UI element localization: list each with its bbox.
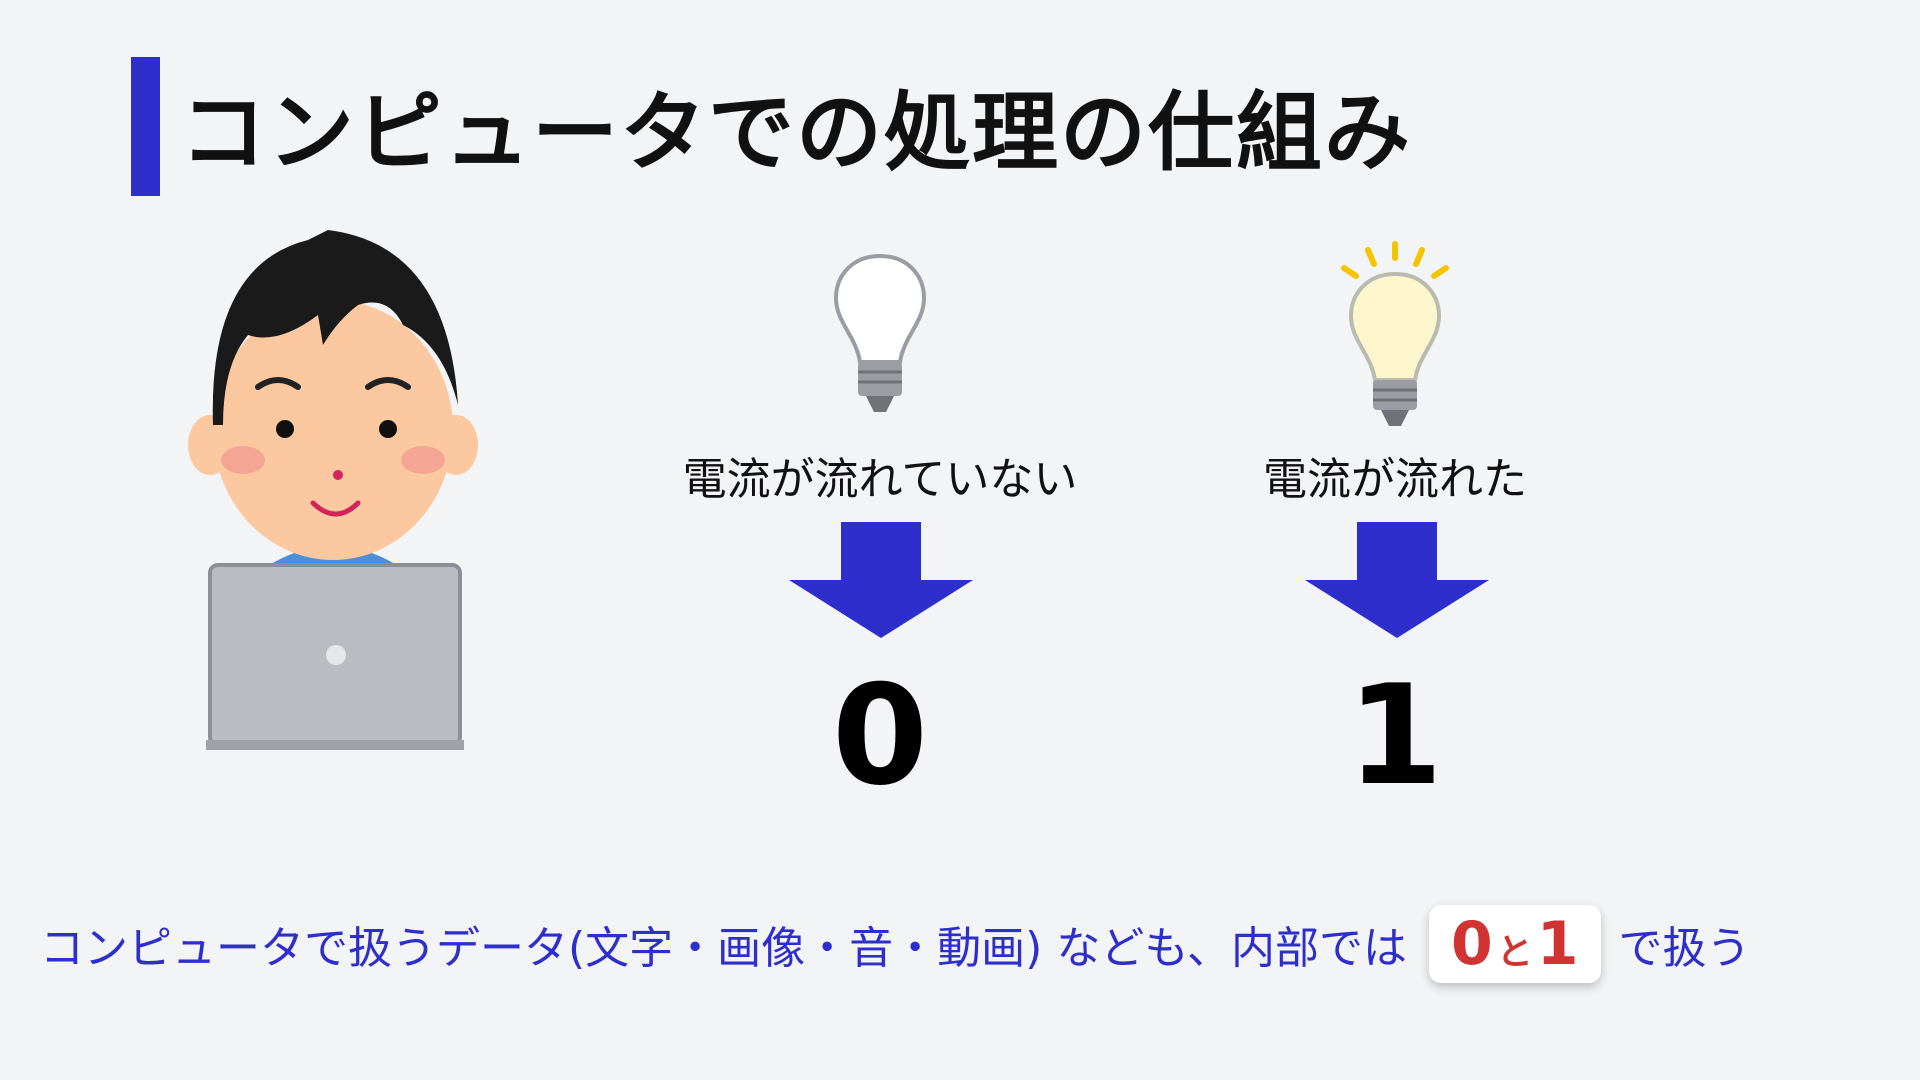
face-shape <box>213 300 453 560</box>
binary-badge: 0 と 1 <box>1429 905 1601 983</box>
lightbulb-off-icon <box>833 253 927 412</box>
badge-zero: 0 <box>1451 909 1493 979</box>
footer-text-before: コンピュータで扱うデータ(文字・画像・音・動画) なども、内部では <box>40 923 1407 974</box>
bit-one: 1 <box>1346 655 1444 816</box>
bit-zero: 0 <box>831 655 929 816</box>
state-label-off: 電流が流れていない <box>682 454 1078 505</box>
lightbulb-on-icon <box>1341 241 1449 426</box>
person-with-laptop-illustration <box>188 230 478 750</box>
footer-text-after: で扱う <box>1618 923 1751 974</box>
badge-and: と <box>1496 932 1533 973</box>
arrow-down-icon <box>789 522 973 638</box>
title-accent-bar <box>131 57 160 196</box>
footer-statement: コンピュータで扱うデータ(文字・画像・音・動画) なども、内部では 0 と 1 … <box>40 905 1751 983</box>
badge-one: 1 <box>1536 909 1579 979</box>
page-title: コンピュータでの処理の仕組み <box>180 83 1412 183</box>
state-label-on: 電流が流れた <box>1263 454 1527 505</box>
arrow-down-icon <box>1305 522 1489 638</box>
